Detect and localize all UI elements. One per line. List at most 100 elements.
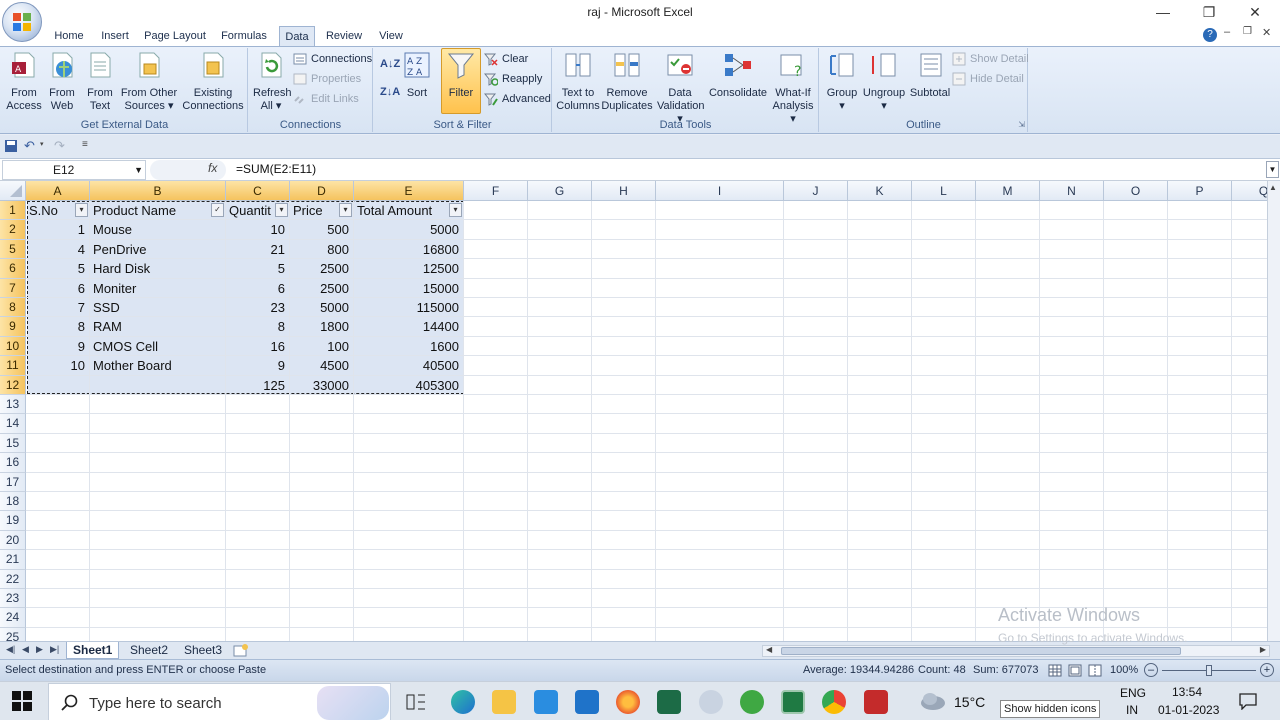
data-cell[interactable]: 1800	[290, 317, 352, 336]
previous-sheet-icon[interactable]: ◀	[22, 644, 29, 655]
last-sheet-icon[interactable]: ▶|	[50, 644, 59, 655]
column-header-k[interactable]: K	[848, 181, 912, 201]
sort-ascending-icon[interactable]: A↓Z	[380, 58, 400, 70]
row-header-8[interactable]: 8	[0, 298, 26, 318]
row-header-21[interactable]: 21	[0, 550, 26, 570]
existing-connections-button[interactable]: Existing Connections	[182, 50, 244, 113]
row-header-24[interactable]: 24	[0, 608, 26, 628]
tab-insert[interactable]: Insert	[96, 26, 134, 46]
data-cell[interactable]: 125	[226, 376, 288, 395]
ungroup-button[interactable]: Ungroup ▾	[862, 50, 906, 113]
ribbon-restore-icon[interactable]: ❐	[1243, 26, 1252, 37]
zoom-level[interactable]: 100%	[1110, 664, 1138, 676]
data-cell[interactable]: 40500	[354, 356, 462, 375]
filter-dropdown-icon[interactable]: ▾	[275, 203, 288, 217]
filter-dropdown-icon[interactable]: ▾	[449, 203, 462, 217]
tab-formulas[interactable]: Formulas	[216, 26, 272, 46]
group-button[interactable]: Group ▾	[824, 50, 860, 113]
zoom-in-icon[interactable]: +	[1260, 663, 1274, 677]
data-cell[interactable]: 1	[26, 220, 88, 239]
connections-button[interactable]: Connections	[293, 50, 372, 68]
ribbon-close-icon[interactable]: ✕	[1262, 26, 1271, 39]
horizontal-scrollbar[interactable]: ◀ ▶	[762, 645, 1270, 657]
tab-page-layout[interactable]: Page Layout	[142, 26, 208, 46]
firefox-icon[interactable]	[616, 690, 640, 714]
data-cell[interactable]: 23	[226, 298, 288, 317]
what-if-analysis-button[interactable]: ? What-If Analysis ▾	[769, 50, 817, 126]
insert-function-icon[interactable]: fx	[208, 161, 217, 175]
data-cell[interactable]: 500	[290, 220, 352, 239]
edit-links-button[interactable]: Edit Links	[293, 90, 359, 108]
scroll-up-icon[interactable]: ▲	[1269, 183, 1277, 192]
worksheet-grid[interactable]: A B C D E F G H I J K L M N O P Q 1 2 5 6 7 8 9 10 11 12 13 14 15 16 17…	[0, 181, 1267, 641]
column-header-b[interactable]: B	[90, 181, 226, 201]
row-header-22[interactable]: 22	[0, 569, 26, 589]
clear-filter-button[interactable]: Clear	[484, 50, 528, 68]
data-cell[interactable]: SSD	[90, 298, 224, 317]
data-cell[interactable]: Mother Board	[90, 356, 224, 375]
reapply-button[interactable]: Reapply	[484, 70, 542, 88]
scroll-left-icon[interactable]: ◀	[766, 645, 772, 654]
region-indicator[interactable]: IN	[1126, 703, 1138, 717]
column-header-n[interactable]: N	[1040, 181, 1104, 201]
windows-start-icon[interactable]	[12, 691, 32, 711]
data-cell[interactable]: 4500	[290, 356, 352, 375]
row-header-13[interactable]: 13	[0, 395, 26, 415]
column-header-f[interactable]: F	[464, 181, 528, 201]
tab-review[interactable]: Review	[322, 26, 366, 46]
notifications-icon[interactable]	[1238, 692, 1258, 710]
column-header-h[interactable]: H	[592, 181, 656, 201]
data-cell[interactable]: 12500	[354, 259, 462, 278]
header-cell[interactable]: Total Amount	[354, 201, 462, 220]
sheet-tab-sheet2[interactable]: Sheet2	[124, 642, 174, 659]
properties-button[interactable]: Properties	[293, 70, 361, 88]
data-cell[interactable]: 100	[290, 337, 352, 356]
column-header-m[interactable]: M	[976, 181, 1040, 201]
edge-browser-icon[interactable]	[451, 690, 475, 714]
undo-icon[interactable]: ↶	[24, 138, 35, 154]
zoom-out-icon[interactable]: –	[1144, 663, 1158, 677]
row-header-9[interactable]: 9	[0, 317, 26, 337]
row-header-11[interactable]: 11	[0, 356, 26, 376]
data-cell[interactable]: Mouse	[90, 220, 224, 239]
advanced-filter-button[interactable]: Advanced	[484, 90, 551, 108]
data-cell[interactable]: 14400	[354, 317, 462, 336]
from-access-button[interactable]: A From Access	[6, 50, 42, 113]
from-web-button[interactable]: From Web	[44, 50, 80, 113]
header-cell[interactable]: Price	[290, 201, 338, 220]
row-header-25[interactable]: 25	[0, 627, 26, 641]
row-header-15[interactable]: 15	[0, 433, 26, 454]
data-cell[interactable]: 16800	[354, 240, 462, 259]
horizontal-scroll-thumb[interactable]	[781, 647, 1181, 655]
tab-view[interactable]: View	[374, 26, 408, 46]
refresh-all-button[interactable]: Refresh All ▾	[253, 50, 292, 113]
name-box-dropdown-icon[interactable]: ▼	[134, 161, 143, 179]
column-header-j[interactable]: J	[784, 181, 848, 201]
column-header-d[interactable]: D	[290, 181, 354, 201]
next-sheet-icon[interactable]: ▶	[36, 644, 43, 655]
filter-dropdown-icon[interactable]: ▾	[339, 203, 352, 217]
language-indicator[interactable]: ENG	[1120, 686, 1146, 700]
help-icon[interactable]: ?	[1203, 28, 1217, 42]
data-cell[interactable]: 5	[226, 259, 288, 278]
data-cell[interactable]: 8	[226, 317, 288, 336]
data-cell[interactable]: PenDrive	[90, 240, 224, 259]
microsoft-store-icon[interactable]	[534, 690, 558, 714]
hide-detail-button[interactable]: Hide Detail	[952, 70, 1024, 88]
row-header-12[interactable]: 12	[0, 375, 26, 395]
row-header-16[interactable]: 16	[0, 453, 26, 473]
data-cell[interactable]: 405300	[354, 376, 462, 395]
data-cell[interactable]: 8	[26, 317, 88, 336]
sheet-tab-sheet1[interactable]: Sheet1	[66, 642, 120, 659]
close-button[interactable]: ✕	[1232, 0, 1278, 26]
data-cell[interactable]: 10	[26, 356, 88, 375]
column-header-e[interactable]: E	[354, 181, 464, 201]
column-header-i[interactable]: I	[656, 181, 784, 201]
clock-time[interactable]: 13:54	[1172, 685, 1202, 699]
data-cell[interactable]: RAM	[90, 317, 224, 336]
remove-duplicates-button[interactable]: Remove Duplicates	[601, 50, 653, 113]
row-header-18[interactable]: 18	[0, 492, 26, 512]
page-layout-view-icon[interactable]	[1068, 664, 1082, 677]
sort-button[interactable]: A ZZ A Sort	[400, 50, 434, 100]
filter-applied-icon[interactable]: ✓	[211, 203, 224, 217]
